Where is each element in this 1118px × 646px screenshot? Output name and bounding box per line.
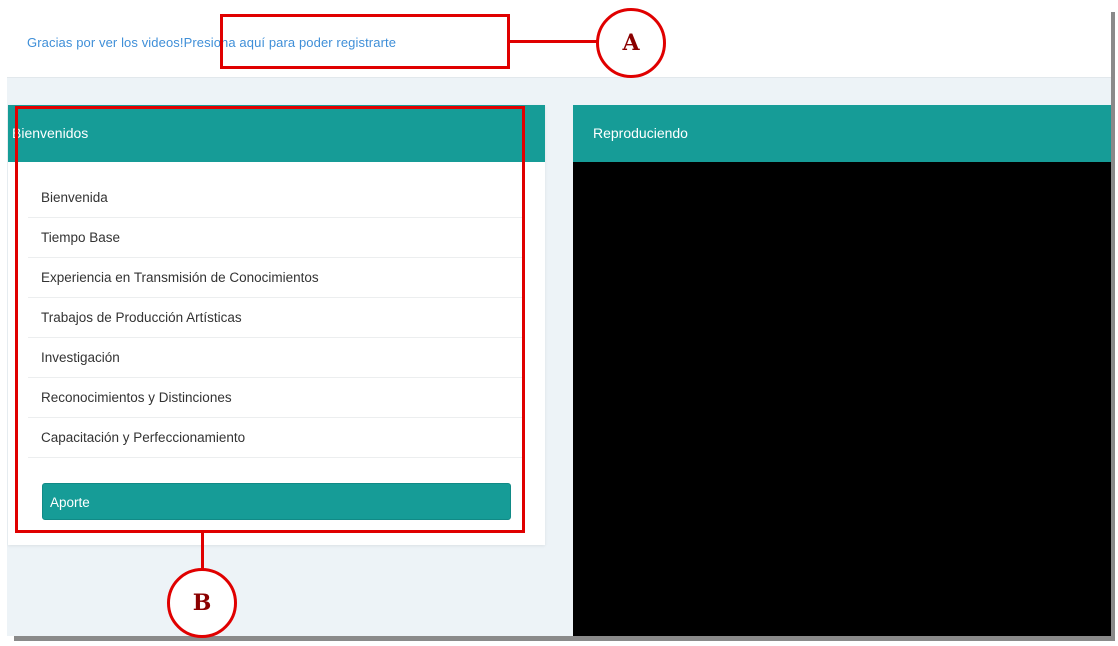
frame-shadow-right — [1111, 12, 1115, 638]
frame-shadow-bottom — [14, 636, 1115, 641]
annotation-label-b: B — [167, 568, 237, 638]
notice-message: Gracias por ver los videos! — [27, 35, 184, 50]
video-player[interactable] — [573, 162, 1115, 636]
player-panel: Reproduciendo — [573, 105, 1115, 636]
annotation-label-a: A — [596, 8, 666, 78]
annotation-connector-a — [510, 40, 598, 43]
player-title: Reproduciendo — [573, 105, 1115, 162]
annotation-connector-b — [201, 533, 204, 569]
annotation-box-b — [15, 106, 525, 533]
annotation-box-a — [220, 14, 510, 69]
notice-bar: Gracias por ver los videos!Presiona aquí… — [7, 10, 1115, 78]
